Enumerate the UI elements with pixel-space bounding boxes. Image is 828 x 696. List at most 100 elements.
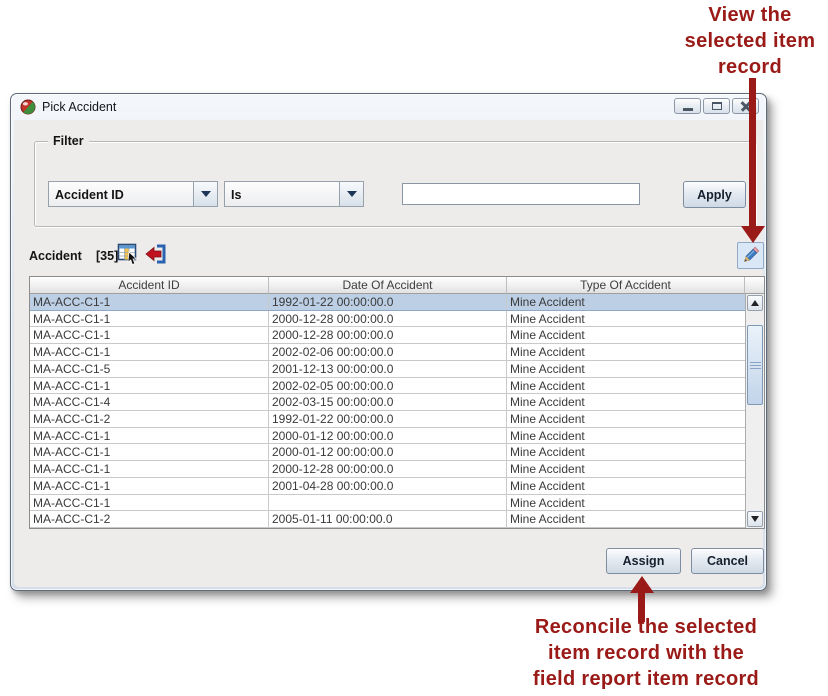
pick-accident-dialog: Pick Accident Filter Accident ID Is Appl… [10,93,767,591]
annotation-line: selected item [648,28,828,54]
table-cell: 2002-02-06 00:00:00.0 [269,344,507,360]
table-cell: Mine Accident [507,394,764,410]
annotation-line: field report item record [493,666,799,692]
view-record-button[interactable] [737,242,764,269]
title-bar[interactable]: Pick Accident [11,94,766,120]
table-cell: MA-ACC-C1-5 [30,361,269,377]
annotation-arrowhead-up [630,576,654,593]
table-cell: MA-ACC-C1-1 [30,344,269,360]
header-corner-cell [745,277,764,294]
chevron-down-icon [201,191,211,197]
table-cell: Mine Accident [507,411,764,427]
table-cell [269,495,507,511]
minimize-icon [683,108,693,111]
table-row[interactable]: MA-ACC-C1-21992-01-22 00:00:00.0Mine Acc… [30,411,764,428]
table-cell: MA-ACC-C1-1 [30,378,269,394]
table-cell: 2000-01-12 00:00:00.0 [269,444,507,460]
table-cell: Mine Accident [507,478,764,494]
annotation-reconcile: Reconcile the selected item record with … [493,614,799,692]
chevron-down-icon [347,191,357,197]
table-row[interactable]: MA-ACC-C1-12002-02-06 00:00:00.0Mine Acc… [30,344,764,361]
annotation-line: Reconcile the selected [493,614,799,640]
table-row[interactable]: MA-ACC-C1-12000-12-28 00:00:00.0Mine Acc… [30,461,764,478]
scroll-down-button[interactable] [747,511,763,527]
table-cell: MA-ACC-C1-1 [30,478,269,494]
app-sphere-icon [20,99,36,115]
table-cell: 2000-12-28 00:00:00.0 [269,327,507,343]
apply-button[interactable]: Apply [683,181,746,208]
table-cell: Mine Accident [507,294,764,310]
filter-legend: Filter [48,134,89,148]
table-body: MA-ACC-C1-11992-01-22 00:00:00.0Mine Acc… [30,294,764,528]
filter-operator-value: Is [225,182,339,206]
scrollbar-thumb[interactable] [747,325,763,405]
table-header-row: Accident ID Date Of Accident Type Of Acc… [30,277,764,294]
filter-operator-combobox[interactable]: Is [224,181,364,207]
table-row[interactable]: MA-ACC-C1-1 Mine Accident [30,495,764,512]
import-arrow-icon[interactable] [144,242,168,266]
table-row[interactable]: MA-ACC-C1-52001-12-13 00:00:00.0Mine Acc… [30,361,764,378]
table-cell: Mine Accident [507,461,764,477]
edit-pencil-icon [740,245,761,266]
table-cell: MA-ACC-C1-1 [30,311,269,327]
combo-dropdown-button[interactable] [193,182,217,206]
table-cell: 2002-03-15 00:00:00.0 [269,394,507,410]
table-cell: Mine Accident [507,361,764,377]
thumb-grip-icon [750,362,761,369]
table-cell: Mine Accident [507,495,764,511]
maximize-button[interactable] [703,98,730,114]
scroll-up-button[interactable] [747,295,763,311]
table-row[interactable]: MA-ACC-C1-22005-01-11 00:00:00.0Mine Acc… [30,511,764,528]
table-select-icon[interactable] [117,242,141,266]
annotation-line: item record with the [493,640,799,666]
annotation-arrowhead-down [741,226,765,243]
annotation-arrow-down [749,78,756,227]
table-row[interactable]: MA-ACC-C1-12001-04-28 00:00:00.0Mine Acc… [30,478,764,495]
table-cell: MA-ACC-C1-1 [30,444,269,460]
combo-dropdown-button[interactable] [339,182,363,206]
column-header-accident-id[interactable]: Accident ID [30,277,269,294]
table-cell: MA-ACC-C1-1 [30,327,269,343]
table-cell: Mine Accident [507,344,764,360]
table-cell: 2002-02-05 00:00:00.0 [269,378,507,394]
table-row[interactable]: MA-ACC-C1-42002-03-15 00:00:00.0Mine Acc… [30,394,764,411]
annotation-line: record [648,54,828,80]
filter-field-combobox[interactable]: Accident ID [48,181,218,207]
minimize-button[interactable] [674,98,701,114]
dialog-content: Filter Accident ID Is Apply Accident [35… [14,120,763,587]
annotation-line: View the [648,2,828,28]
column-header-type[interactable]: Type Of Accident [507,277,745,294]
table-cell: 2001-04-28 00:00:00.0 [269,478,507,494]
table-cell: Mine Accident [507,311,764,327]
table-cell: 2000-12-28 00:00:00.0 [269,461,507,477]
accident-table: Accident ID Date Of Accident Type Of Acc… [29,276,765,529]
record-count-badge: [35] [96,249,118,263]
table-cell: MA-ACC-C1-1 [30,294,269,310]
table-cell: Mine Accident [507,378,764,394]
table-cell: 2000-01-12 00:00:00.0 [269,428,507,444]
table-row[interactable]: MA-ACC-C1-12000-12-28 00:00:00.0Mine Acc… [30,311,764,328]
column-header-date[interactable]: Date Of Accident [269,277,507,294]
table-cell: MA-ACC-C1-1 [30,461,269,477]
filter-value-input[interactable] [402,183,640,205]
triangle-down-icon [751,516,759,522]
maximize-icon [712,102,722,110]
table-cell: Mine Accident [507,327,764,343]
cancel-button[interactable]: Cancel [691,548,764,574]
table-row[interactable]: MA-ACC-C1-12000-01-12 00:00:00.0Mine Acc… [30,428,764,445]
table-cell: 2000-12-28 00:00:00.0 [269,311,507,327]
table-cell: MA-ACC-C1-1 [30,495,269,511]
table-row[interactable]: MA-ACC-C1-12000-01-12 00:00:00.0Mine Acc… [30,444,764,461]
list-label: Accident [29,249,82,263]
triangle-up-icon [751,300,759,306]
table-row[interactable]: MA-ACC-C1-12000-12-28 00:00:00.0Mine Acc… [30,327,764,344]
annotation-view-record: View the selected item record [648,2,828,80]
table-cell: MA-ACC-C1-1 [30,428,269,444]
filter-field-value: Accident ID [49,182,193,206]
table-cell: 2001-12-13 00:00:00.0 [269,361,507,377]
vertical-scrollbar[interactable] [745,294,764,528]
table-cell: MA-ACC-C1-4 [30,394,269,410]
table-row[interactable]: MA-ACC-C1-11992-01-22 00:00:00.0Mine Acc… [30,294,764,311]
table-row[interactable]: MA-ACC-C1-12002-02-05 00:00:00.0Mine Acc… [30,378,764,395]
assign-button[interactable]: Assign [606,548,681,574]
